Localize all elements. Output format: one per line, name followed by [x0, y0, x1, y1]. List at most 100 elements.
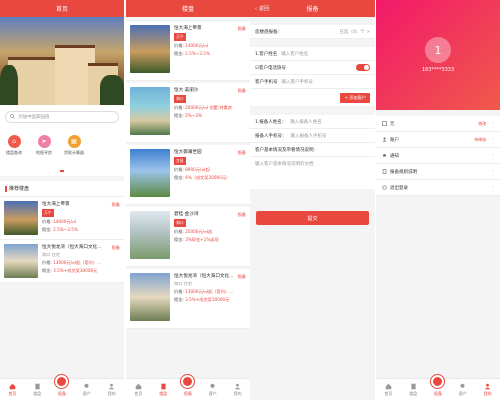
client-icon	[460, 383, 465, 388]
listings-screen: 楼盘 恒大海上帝景 万宁 价格: 14000元/㎡ 佣金: 2.5%~3.5% …	[126, 0, 250, 400]
tab-clients[interactable]: 客户	[77, 383, 97, 397]
report-link[interactable]: 报备	[238, 26, 246, 32]
city-badge: 海口	[174, 219, 186, 227]
listing-name: 恒大·美丽沙	[174, 88, 199, 93]
listing-thumbnail	[130, 87, 170, 135]
listing-tag: 海口 住宅	[174, 281, 193, 286]
building-icon	[161, 383, 166, 390]
listing-card[interactable]: 碧桂·金沙湾 海口 价格: 25000元/㎡起 佣金: 3%现金+1%返现 报备	[126, 207, 250, 267]
menu-item-rules[interactable]: 报备规则说明 ›	[376, 164, 500, 180]
listing-card[interactable]: 恒大·美丽沙 海口 价格: 20000元/㎡ 别墅:特惠房 佣金: 2%~3% …	[126, 83, 250, 143]
client-icon	[84, 383, 89, 388]
report-link[interactable]: 报备	[112, 245, 120, 251]
listing-thumbnail	[4, 244, 38, 278]
menu-item-account[interactable]: 账户 待审核 ›	[376, 132, 500, 148]
report-screen: ‹ 返回 报备 您楼盘报备： 已选（0）个 > 1.客户姓名 输入客户姓名 ☑客…	[250, 0, 375, 400]
listing-commission: 3.5%+成交奖30000元	[185, 297, 230, 302]
listing-card[interactable]: 恒大御澜世园 文昌 价格: 8900元/㎡起 佣金: 4%（成交奖30000元）…	[126, 145, 250, 205]
add-client-button[interactable]: + 添加客户	[340, 92, 370, 103]
listing-name: 恒大海上帝景	[42, 202, 70, 207]
hero-banner[interactable]	[0, 17, 124, 105]
tab-me[interactable]: 我的	[228, 383, 248, 397]
page-title: 首页	[55, 6, 68, 13]
chevron-right-icon: ›	[492, 153, 494, 158]
listing-commission: 2.5%~3.5%	[185, 51, 210, 56]
quick-link-listing-search[interactable]: ⌂ 楼盘查询	[4, 135, 24, 156]
quick-link-calculator[interactable]: ▦ 贷款计算器	[64, 135, 84, 156]
me-icon	[108, 383, 115, 390]
submit-button[interactable]: 提交	[256, 211, 369, 225]
tab-bar: 首页 楼盘 报备 客户 我的	[376, 375, 500, 400]
hide-phone-toggle[interactable]	[356, 64, 370, 71]
quick-links: ⌂ 楼盘查询 ➤ 地图寻房 ▦ 贷款计算器	[0, 129, 124, 166]
listing-price: 14000元/㎡	[185, 43, 209, 48]
listing-card[interactable]: 恒大海上帝景 万宁 价格: 14000元/㎡ 佣金: 2.5%~3.5% 报备	[0, 197, 124, 240]
tab-report[interactable]: 报备	[428, 375, 448, 397]
listing-thumbnail	[130, 211, 170, 259]
listing-name: 恒大御澜世园	[174, 150, 202, 155]
menu-item-balance[interactable]: 元 修改 ›	[376, 116, 500, 132]
listing-price: 20000元/㎡ 别墅:特惠房	[185, 105, 232, 110]
me-icon	[234, 383, 241, 390]
tab-bar: 首页 楼盘 报备 客户 我的	[0, 375, 124, 400]
listings-header: 楼盘	[126, 0, 250, 17]
back-button[interactable]: ‹ 返回	[255, 0, 269, 17]
me-icon	[484, 383, 491, 390]
client-phone-field[interactable]: 客户手机号 输入客户手机号	[250, 75, 375, 89]
tab-home[interactable]: 首页	[378, 383, 398, 397]
chevron-right-icon: ›	[492, 137, 494, 142]
list-icon	[382, 121, 387, 126]
logout-icon	[382, 185, 387, 190]
home-icon	[135, 383, 142, 390]
listing-card[interactable]: 恒大悦龙湾（恒大海口文化... 海口 住宅 价格: 13000元/㎡起（套内）.…	[0, 240, 124, 283]
client-name-field[interactable]: 1.客户姓名 输入客户姓名	[250, 47, 375, 61]
report-link[interactable]: 报备	[112, 202, 120, 208]
section-title: 推荐楼盘	[0, 181, 124, 197]
listing-name: 碧桂·金沙湾	[174, 212, 199, 217]
tab-report[interactable]: 报备	[178, 375, 198, 397]
agent-name-field[interactable]: 1.报备人姓名： 输入报备人姓名	[250, 115, 375, 129]
note-textarea[interactable]: 输入客户基本情况说明的文档	[250, 157, 375, 189]
tab-clients[interactable]: 客户	[453, 383, 473, 397]
tab-report[interactable]: 报备	[52, 375, 72, 397]
city-badge: 海口	[174, 95, 186, 103]
listing-price: 13000元/㎡起（套内）...	[53, 260, 102, 265]
listing-card[interactable]: 恒大海上帝景 万宁 价格: 14000元/㎡ 佣金: 2.5%~3.5% 报备	[126, 21, 250, 81]
menu-item-logout[interactable]: 退出登录 ›	[376, 180, 500, 196]
report-link[interactable]: 报备	[238, 274, 246, 280]
menu-item-notice[interactable]: 通知 ›	[376, 148, 500, 164]
chevron-right-icon: ›	[492, 169, 494, 174]
quick-link-map[interactable]: ➤ 地图寻房	[34, 135, 54, 156]
tab-buildings[interactable]: 楼盘	[153, 383, 173, 397]
listing-name: 恒大悦龙湾（恒大海口文化...	[174, 274, 234, 279]
page-title: 楼盘	[181, 6, 194, 13]
listing-name: 恒大海上帝景	[174, 26, 202, 31]
tab-clients[interactable]: 客户	[203, 383, 223, 397]
avatar[interactable]: 1	[425, 37, 451, 63]
tab-buildings[interactable]: 楼盘	[403, 383, 423, 397]
tab-home[interactable]: 首页	[128, 383, 148, 397]
add-client-row: + 添加客户	[250, 89, 375, 107]
report-link[interactable]: 报备	[238, 212, 246, 218]
listing-price: 14000元/㎡	[53, 219, 77, 224]
report-link[interactable]: 报备	[238, 150, 246, 156]
building-icon	[411, 383, 416, 390]
tab-home[interactable]: 首页	[2, 383, 22, 397]
listing-thumbnail	[4, 201, 38, 235]
tab-me[interactable]: 我的	[478, 383, 498, 397]
listing-tag: 海口 住宅	[42, 252, 61, 257]
report-header: ‹ 返回 报备	[250, 0, 375, 17]
tab-me[interactable]: 我的	[102, 383, 122, 397]
agent-phone-field[interactable]: 报备人手机号： 输入报备人手机号	[250, 129, 375, 143]
page-title: 报备	[306, 6, 319, 13]
search-input[interactable]: 大陆中国家园值	[5, 111, 119, 123]
listing-card[interactable]: 恒大悦龙湾（恒大海口文化... 海口 住宅 价格: 13000元/㎡起（套内）.…	[126, 269, 250, 329]
report-icon	[431, 375, 445, 388]
tab-buildings[interactable]: 楼盘	[27, 383, 47, 397]
listing-thumbnail	[130, 149, 170, 197]
listing-commission: 2%~3%	[185, 113, 202, 118]
project-select[interactable]: 您楼盘报备： 已选（0）个 >	[250, 25, 375, 39]
home-header: 首页	[0, 0, 124, 17]
report-link[interactable]: 报备	[238, 88, 246, 94]
send-icon: ➤	[37, 135, 51, 148]
